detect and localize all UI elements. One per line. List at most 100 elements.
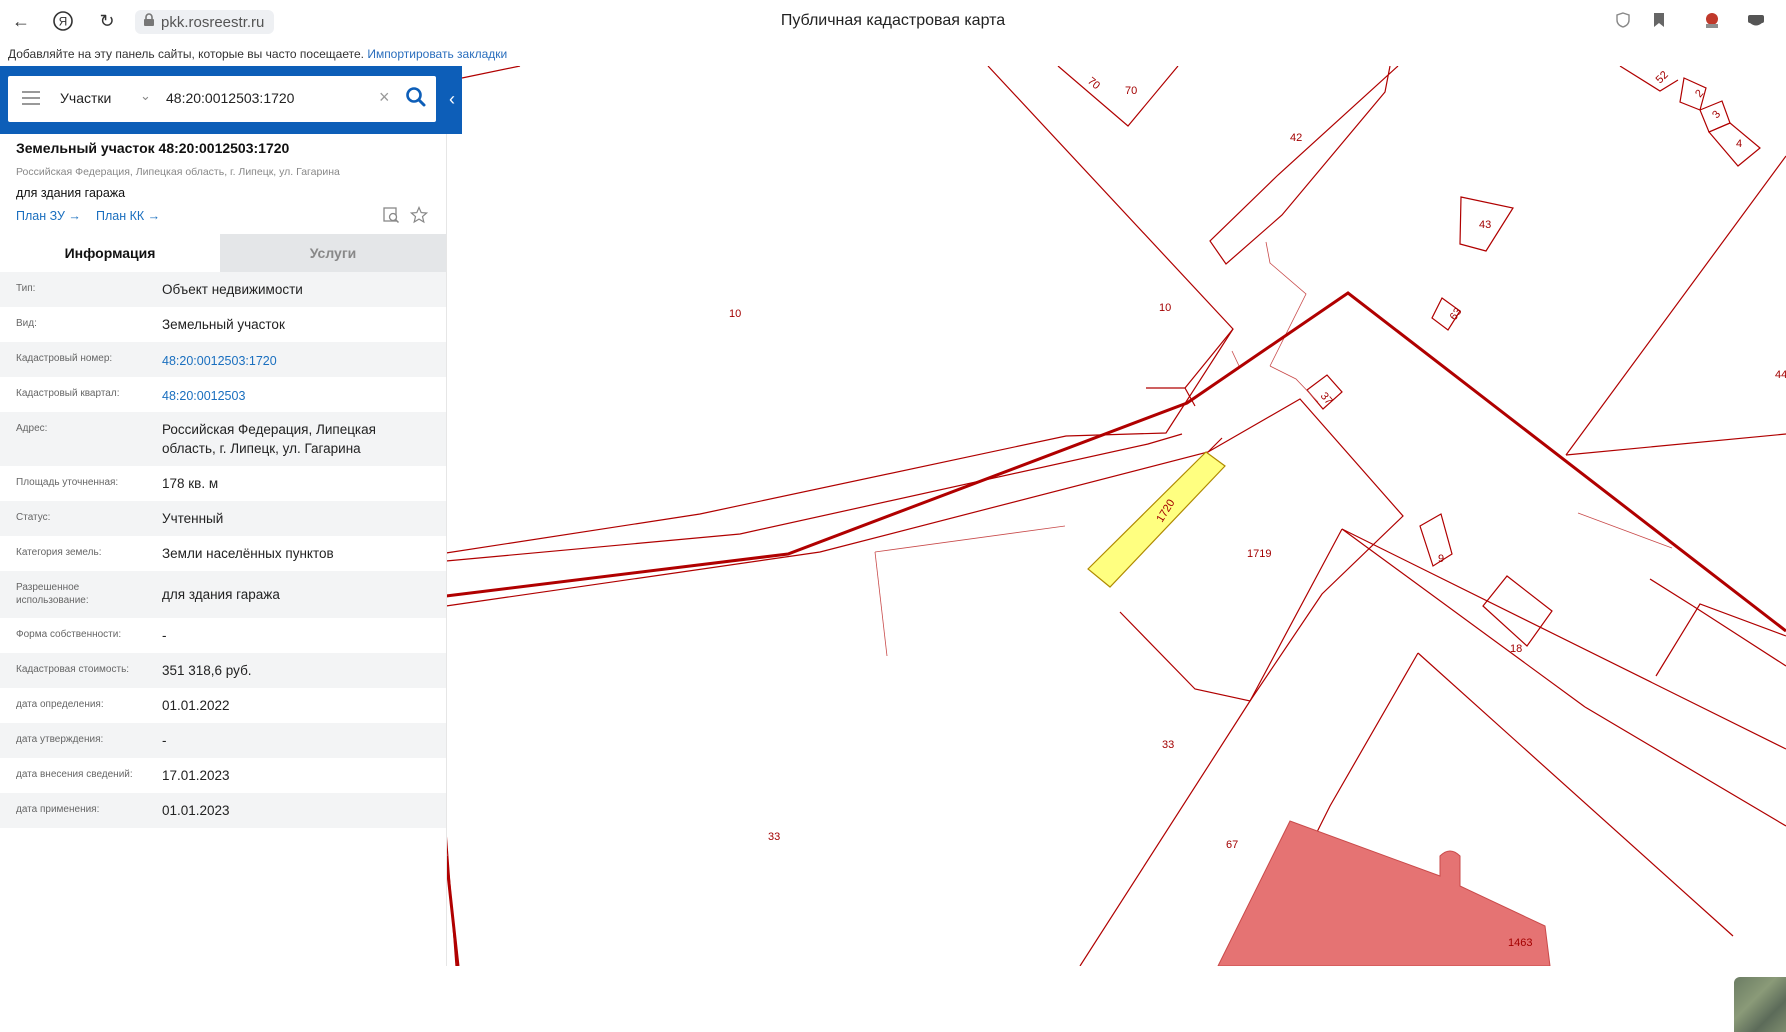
map-label: 9 — [1438, 553, 1444, 565]
map-label: 43 — [1479, 219, 1491, 231]
parcel-boundary — [987, 66, 1234, 389]
map-label: 1719 — [1247, 548, 1271, 560]
info-key: Площадь уточненная: — [16, 477, 119, 488]
info-value: 351 318,6 руб. — [162, 663, 252, 678]
map-label: 52 — [1654, 69, 1671, 86]
info-row: Категория земель: Земли населённых пункт… — [0, 536, 446, 571]
import-bookmarks-link[interactable]: Импортировать закладки — [367, 47, 507, 61]
map-layer-thumbnail[interactable] — [1734, 977, 1786, 1032]
parcel-address: Российская Федерация, Липецкая область, … — [16, 166, 340, 178]
map-label: 10 — [729, 308, 741, 320]
info-key: Кадастровый номер: — [16, 353, 113, 364]
bookmarks-hint: Добавляйте на эту панель сайты, которые … — [8, 47, 364, 61]
info-key: Форма собственности: — [16, 629, 122, 640]
parcel-1719 — [1207, 398, 1404, 702]
map-label: 42 — [1290, 132, 1302, 144]
info-key: Адрес: — [16, 423, 48, 434]
tab-info[interactable]: Информация — [0, 234, 220, 272]
info-row: Кадастровый квартал: 48:20:0012503 — [0, 377, 446, 412]
building-1463 — [1217, 820, 1551, 966]
map-label: 37 — [1318, 390, 1335, 407]
tab-services[interactable]: Услуги — [220, 234, 446, 272]
info-value: - — [162, 628, 167, 643]
info-value: Объект недвижимости — [162, 282, 303, 297]
parcel-boundary — [1057, 66, 1179, 127]
close-icon[interactable]: × — [379, 87, 390, 108]
map-label: 33 — [1162, 739, 1174, 751]
info-key: дата утверждения: — [16, 734, 104, 745]
info-key: Вид: — [16, 318, 37, 329]
info-row: Адрес: Российская Федерация, Липецкая об… — [0, 412, 446, 466]
map-label: 10 — [1159, 302, 1171, 314]
cadastral-number-link[interactable]: 48:20:0012503:1720 — [162, 352, 432, 371]
protect-icon[interactable] — [1614, 11, 1632, 34]
parcel-title: Земельный участок 48:20:0012503:1720 — [16, 140, 290, 156]
page-title: Публичная кадастровая карта — [780, 12, 1006, 29]
info-row: Форма собственности: - — [0, 618, 446, 653]
info-row: дата применения: 01.01.2023 — [0, 793, 446, 828]
parcel-4 — [1708, 122, 1761, 167]
search-input[interactable]: 48:20:0012503:1720 — [166, 90, 294, 106]
map-label: 3 — [1710, 109, 1723, 121]
info-row: Разрешенное использование: для здания га… — [0, 571, 446, 618]
info-panel: Земельный участок 48:20:0012503:1720 Рос… — [0, 134, 447, 966]
info-value: Земельный участок — [162, 317, 285, 332]
info-value: - — [162, 733, 167, 748]
search-on-map-icon[interactable] — [382, 206, 400, 224]
star-icon[interactable] — [409, 205, 429, 224]
plan-zu-link[interactable]: План ЗУ → — [16, 209, 81, 223]
info-key: Статус: — [16, 512, 51, 523]
info-row: Статус: Учтенный — [0, 501, 446, 536]
map-label: 2 — [1693, 88, 1706, 100]
info-key: дата внесения сведений: — [16, 769, 133, 780]
info-row: Кадастровая стоимость: 351 318,6 руб. — [0, 653, 446, 688]
map-label: 67 — [1226, 839, 1238, 851]
info-key: Разрешенное использование: — [16, 582, 89, 606]
info-key: Кадастровая стоимость: — [16, 664, 130, 675]
tabs: Информация Услуги — [0, 234, 446, 272]
collapse-panel-icon[interactable]: ‹ — [442, 82, 462, 116]
info-row: дата внесения сведений: 17.01.2023 — [0, 758, 446, 793]
info-row: Площадь уточненная: 178 кв. м — [0, 466, 446, 501]
info-key: Категория земель: — [16, 547, 102, 558]
menu-icon[interactable] — [22, 91, 40, 105]
chevron-down-icon[interactable]: ⌄ — [140, 88, 151, 104]
search-header: Участки ⌄ 48:20:0012503:1720 × ‹ — [0, 66, 462, 134]
parcel-boundary — [461, 66, 521, 79]
parcel-18 — [1482, 575, 1553, 647]
plan-kk-link[interactable]: План КК → — [96, 209, 160, 223]
info-key: дата применения: — [16, 804, 100, 815]
info-value: для здания гаража — [162, 587, 280, 602]
browser-toolbar: ← Я ↻ pkk.rosreestr.ru Публичная кадастр… — [0, 0, 1786, 41]
info-value: Российская Федерация, Липецкая область, … — [162, 422, 376, 456]
info-value: 01.01.2023 — [162, 803, 230, 818]
map-label: 70 — [1125, 85, 1137, 97]
parcel-use: для здания гаража — [16, 186, 126, 200]
info-row: Кадастровый номер: 48:20:0012503:1720 — [0, 342, 446, 377]
search-type-select[interactable]: Участки — [60, 90, 111, 106]
map-label: 4 — [1736, 138, 1742, 150]
map-label: 70 — [1085, 75, 1102, 92]
info-value: 17.01.2023 — [162, 768, 230, 783]
info-row: Вид: Земельный участок — [0, 307, 446, 342]
info-key: дата определения: — [16, 699, 104, 710]
info-key: Кадастровый квартал: — [16, 388, 120, 399]
parcel-boundary — [1209, 66, 1399, 265]
bookmarks-bar: Добавляйте на эту панель сайты, которые … — [0, 40, 1786, 67]
bookmark-icon[interactable] — [1652, 11, 1666, 34]
map-label: 1463 — [1508, 937, 1532, 949]
search-icon[interactable] — [403, 84, 429, 110]
parcel-9 — [1419, 513, 1453, 567]
road-boundary — [445, 328, 1234, 554]
cadastral-quarter-link[interactable]: 48:20:0012503 — [162, 387, 432, 406]
extension-icon[interactable] — [1702, 11, 1722, 36]
info-row: дата определения: 01.01.2022 — [0, 688, 446, 723]
info-value: Учтенный — [162, 511, 224, 526]
info-value: 01.01.2022 — [162, 698, 230, 713]
map-label: 18 — [1510, 643, 1522, 655]
map-label: 44 — [1775, 369, 1786, 381]
info-table: Тип: Объект недвижимости Вид: Земельный … — [0, 272, 446, 828]
download-icon[interactable] — [1746, 11, 1766, 34]
info-value: Земли населённых пунктов — [162, 546, 334, 561]
map-label: 63 — [1448, 306, 1465, 323]
